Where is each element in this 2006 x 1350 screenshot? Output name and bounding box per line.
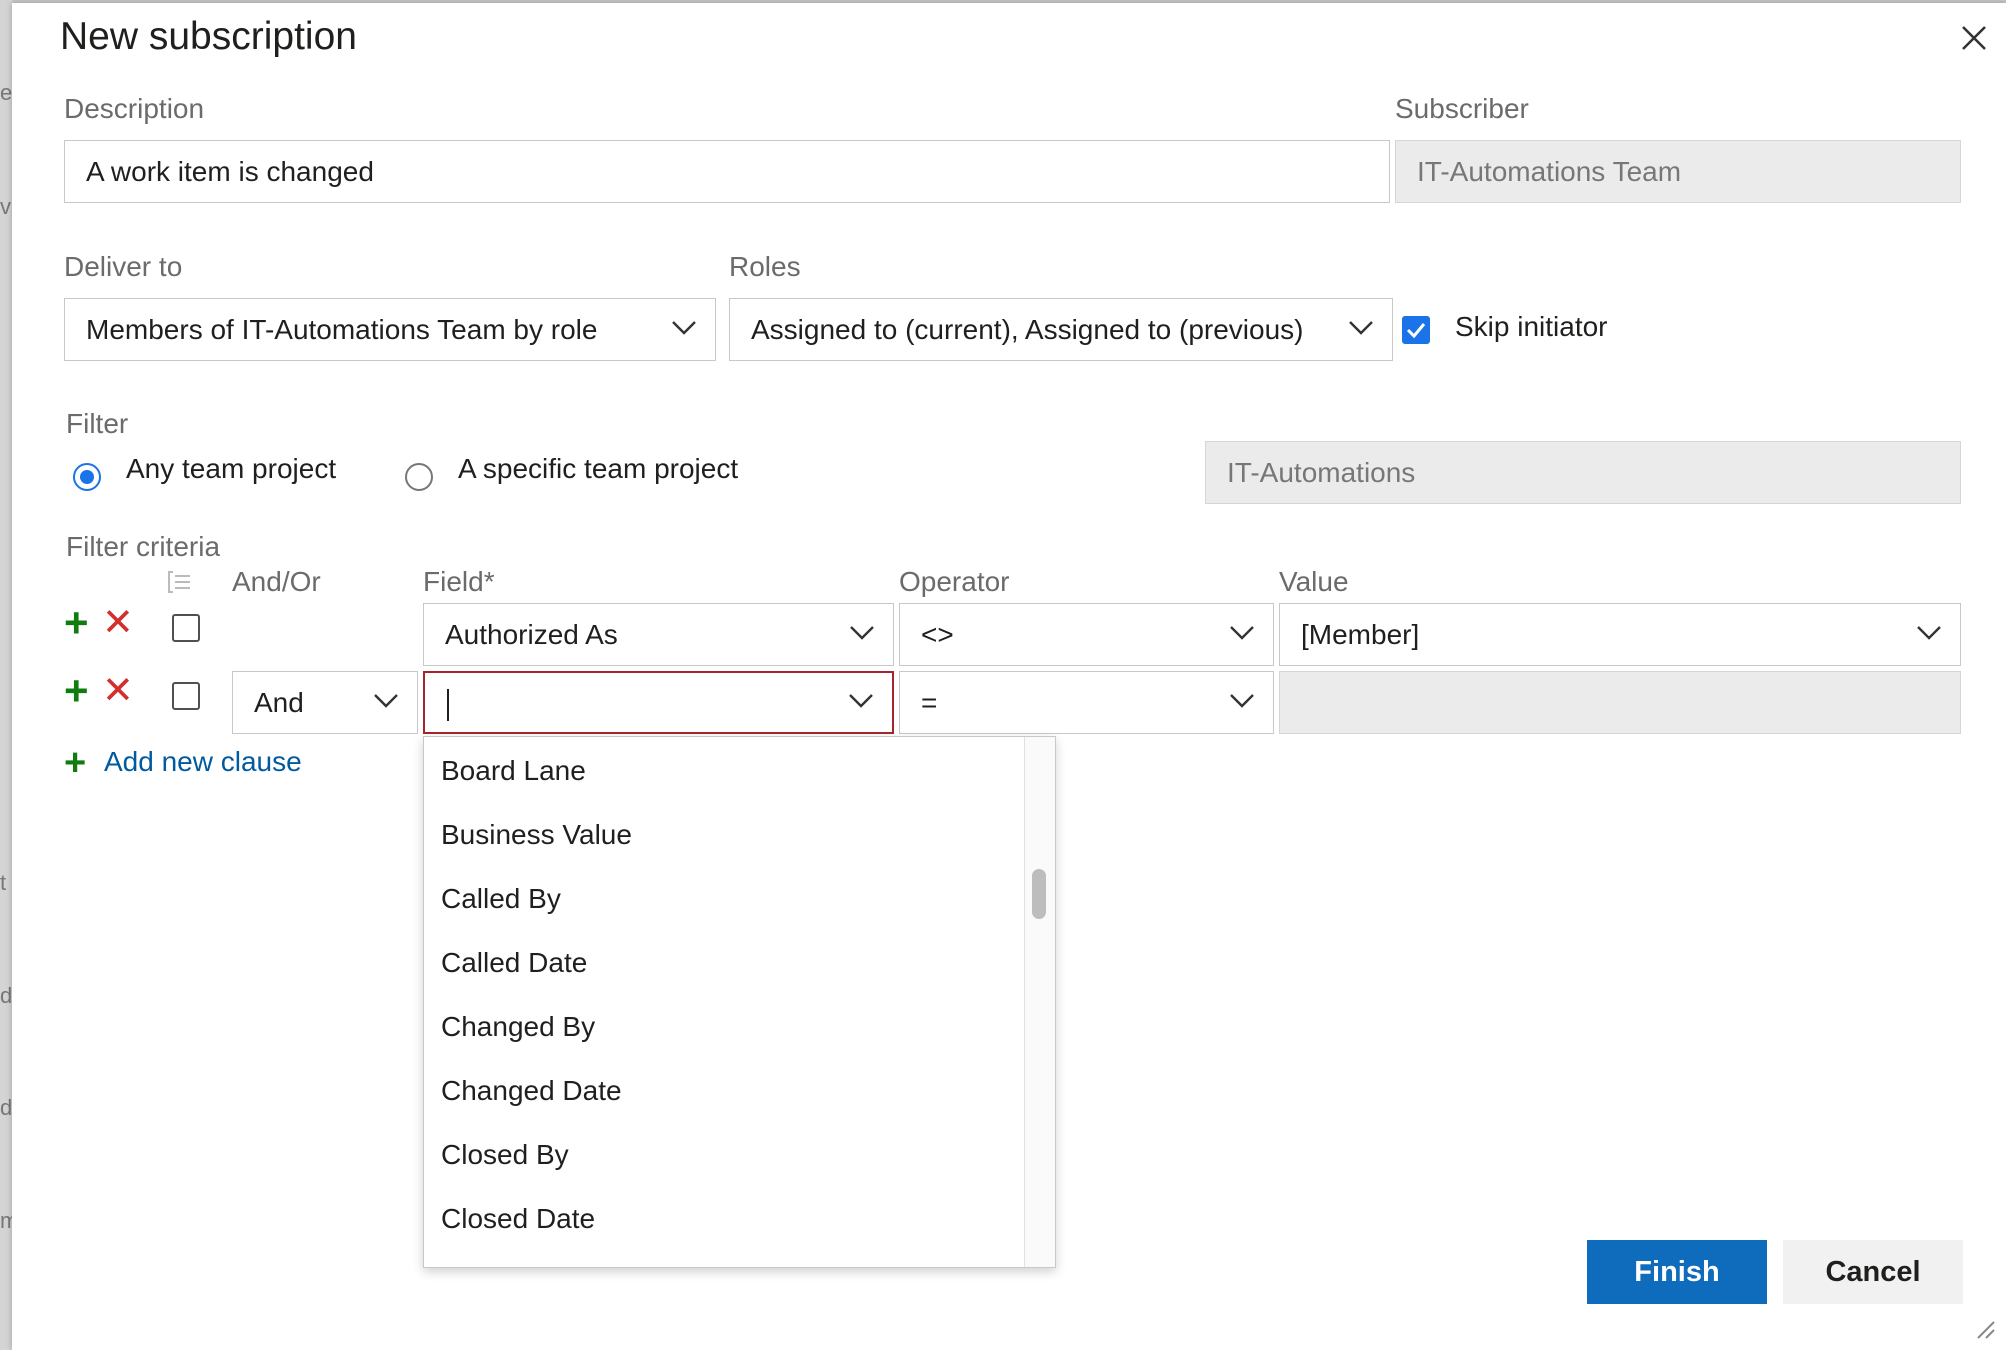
operator-value: = [921,686,938,718]
add-new-clause-link[interactable]: Add new clause [104,746,302,778]
checkmark-icon [1406,323,1426,339]
roles-label: Roles [729,251,801,282]
dropdown-option[interactable]: Called Date [441,947,587,979]
background-text: d [0,983,12,1008]
column-header-value: Value [1279,566,1349,597]
text-cursor [447,689,449,721]
chevron-down-icon [849,625,875,641]
dropdown-option[interactable]: Called By [441,883,561,915]
dropdown-option[interactable]: Business Value [441,819,632,851]
description-input[interactable]: A work item is changed [64,140,1390,203]
clause-select-checkbox[interactable] [172,614,200,642]
any-team-project-radio[interactable] [73,463,101,491]
andor-value: And [254,686,304,718]
field-value: Authorized As [445,618,618,650]
background-text: es [0,80,12,105]
subscriber-value: IT-Automations Team [1417,155,1682,187]
filter-label: Filter [66,408,129,439]
background-text: t [0,870,7,895]
chevron-down-icon [848,693,874,709]
description-value: A work item is changed [86,155,374,187]
remove-clause-icon[interactable]: ✕ [102,672,134,710]
dropdown-scrollbar[interactable] [1024,737,1055,1267]
value-value: [Member] [1301,618,1420,650]
deliver-to-select[interactable]: Members of IT-Automations Team by role [64,298,716,361]
add-clause-icon[interactable]: + [64,670,89,712]
dropdown-option[interactable]: Changed Date [441,1075,622,1107]
skip-initiator-label[interactable]: Skip initiator [1455,311,1608,343]
remove-clause-icon[interactable]: ✕ [102,604,134,642]
dropdown-option[interactable]: Closed By [441,1139,569,1171]
background-text: d [0,1095,12,1120]
chevron-down-icon [1348,320,1374,336]
specific-team-project-label[interactable]: A specific team project [458,453,738,485]
chevron-down-icon [1229,693,1255,709]
value-field-disabled [1279,671,1961,734]
field-select-active[interactable] [423,671,894,734]
skip-initiator-checkbox[interactable] [1402,316,1430,344]
group-clauses-icon[interactable] [164,568,194,596]
column-header-operator: Operator [899,566,1010,597]
operator-select[interactable]: <> [899,603,1274,666]
field-select[interactable]: Authorized As [423,603,894,666]
any-team-project-label[interactable]: Any team project [126,453,336,485]
chevron-down-icon [1229,625,1255,641]
roles-select[interactable]: Assigned to (current), Assigned to (prev… [729,298,1393,361]
subscriber-label: Subscriber [1395,93,1529,124]
resize-handle-icon[interactable] [1972,1316,1996,1340]
value-select[interactable]: [Member] [1279,603,1961,666]
column-header-andor: And/Or [232,566,321,597]
team-project-field: IT-Automations [1205,441,1961,504]
column-header-field: Field* [423,566,495,597]
filter-criteria-label: Filter criteria [66,531,221,562]
cancel-button[interactable]: Cancel [1783,1240,1963,1304]
dialog-title: New subscription [60,15,357,58]
add-new-clause-icon[interactable]: + [64,744,86,782]
field-dropdown-list[interactable]: Board Lane Business Value Called By Call… [423,736,1056,1268]
description-label: Description [64,93,205,124]
operator-value: <> [921,618,954,650]
roles-value: Assigned to (current), Assigned to (prev… [751,313,1304,345]
background-text: v [0,194,11,219]
operator-select[interactable]: = [899,671,1274,734]
specific-team-project-radio[interactable] [405,463,433,491]
team-project-value: IT-Automations [1227,456,1416,488]
deliver-to-label: Deliver to [64,251,183,282]
subscriber-field: IT-Automations Team [1395,140,1961,203]
finish-button[interactable]: Finish [1587,1240,1767,1304]
dropdown-option[interactable]: Changed By [441,1011,595,1043]
chevron-down-icon [373,693,399,709]
scrollbar-thumb[interactable] [1032,869,1046,919]
dropdown-option[interactable]: Closed Date [441,1203,595,1235]
background-text: m [0,1208,12,1233]
clause-select-checkbox[interactable] [172,682,200,710]
deliver-to-value: Members of IT-Automations Team by role [86,313,598,345]
close-icon[interactable] [1959,23,1989,53]
chevron-down-icon [1916,625,1942,641]
andor-select[interactable]: And [232,671,418,734]
chevron-down-icon [671,320,697,336]
dropdown-option[interactable]: Board Lane [441,755,586,787]
new-subscription-dialog: New subscription Description A work item… [12,3,2006,1350]
add-clause-icon[interactable]: + [64,602,89,644]
